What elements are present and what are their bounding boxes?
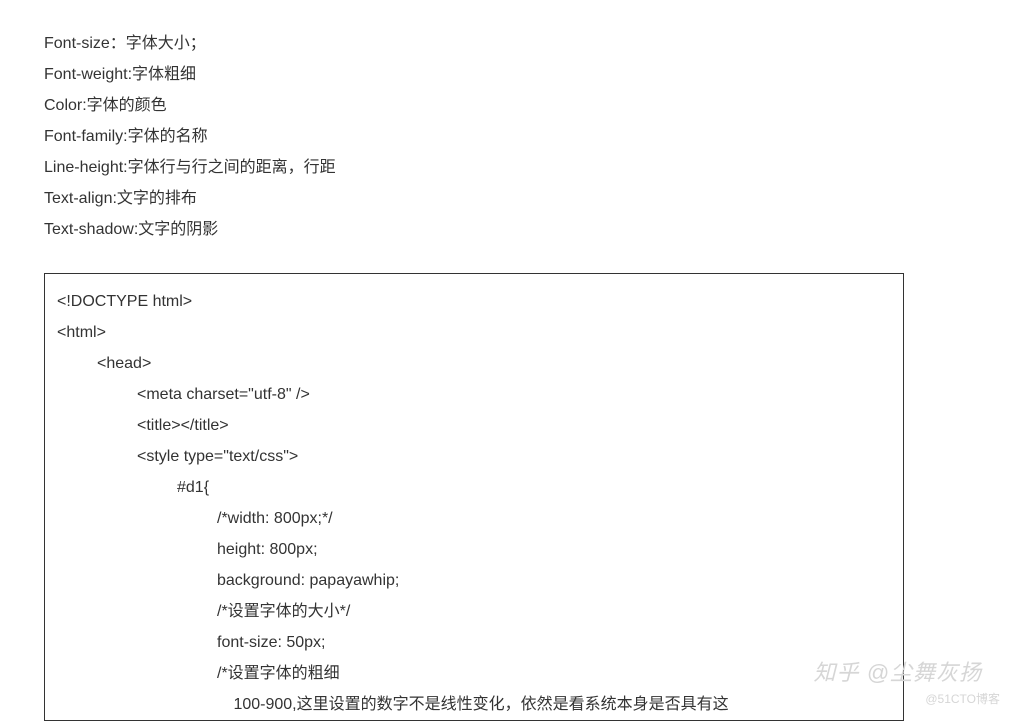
code-line: <meta charset="utf-8" /> [57,379,903,410]
code-line: <head> [57,348,903,379]
definition-line: Text-shadow:文字的阴影 [44,214,1018,245]
code-line: <!DOCTYPE html> [57,286,903,317]
code-line: height: 800px; [57,534,903,565]
code-line: /*设置字体的大小*/ [57,596,903,627]
code-line: <style type="text/css"> [57,441,903,472]
watermark-sub: @51CTO博客 [925,690,1000,707]
code-line: font-size: 50px; [57,627,903,658]
definition-line: Line-height:字体行与行之间的距离，行距 [44,152,1018,183]
definition-line: Color:字体的颜色 [44,90,1018,121]
code-line: #d1{ [57,472,903,503]
css-property-definitions: Font-size：字体大小； Font-weight:字体粗细 Color:字… [44,28,1018,245]
definition-line: Font-size：字体大小； [44,28,1018,59]
definition-line: Font-family:字体的名称 [44,121,1018,152]
code-line: background: papayawhip; [57,565,903,596]
code-line: <html> [57,317,903,348]
code-sample-box: <!DOCTYPE html> <html> <head> <meta char… [44,273,904,721]
definition-line: Text-align:文字的排布 [44,183,1018,214]
definition-line: Font-weight:字体粗细 [44,59,1018,90]
code-line: /*width: 800px;*/ [57,503,903,534]
code-line: /*设置字体的粗细 [57,658,903,689]
code-line: <title></title> [57,410,903,441]
code-line: 100-900,这里设置的数字不是线性变化，依然是看系统本身是否具有这 [57,689,903,720]
